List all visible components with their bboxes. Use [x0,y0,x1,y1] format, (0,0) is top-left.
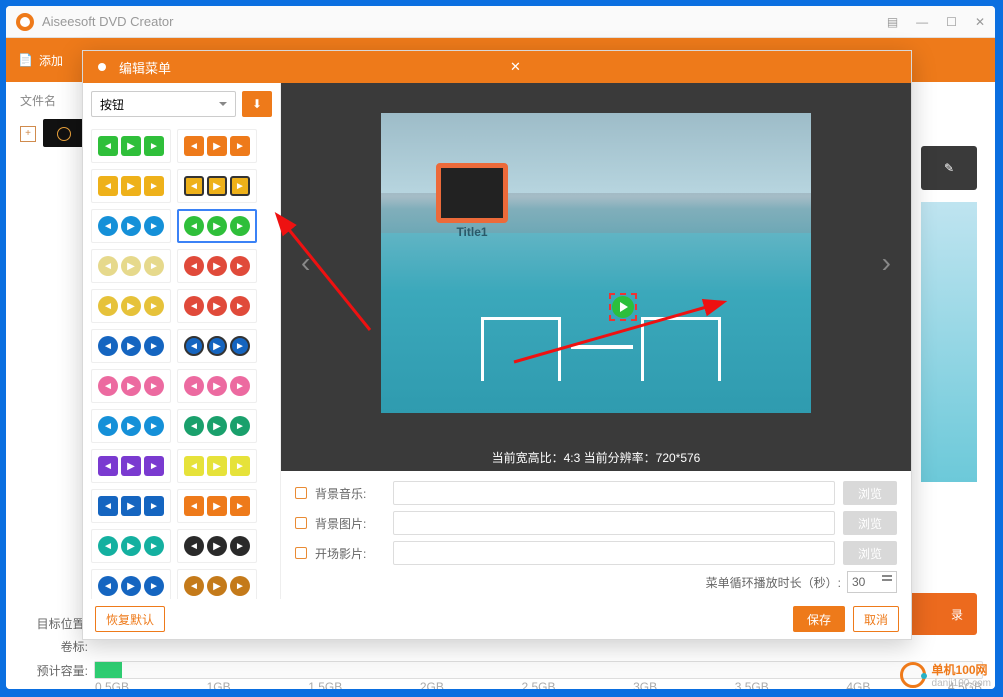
maximize-icon[interactable]: ☐ [946,15,957,29]
button-style-option[interactable]: ◄▶► [91,489,171,523]
bg-music-input[interactable] [393,481,835,505]
title-label: Title1 [436,225,508,239]
watermark-icon [900,662,926,688]
button-style-option[interactable]: ◄▶► [91,569,171,599]
restore-defaults-button[interactable]: 恢复默认 [95,606,165,632]
add-label: 添加 [39,52,63,69]
minimize-icon[interactable]: — [916,15,928,29]
dialog-icon [95,60,109,74]
button-style-option[interactable]: ◄▶► [91,209,171,243]
title-thumbnail[interactable]: Title1 [436,163,508,243]
add-icon: 📄 [18,53,33,67]
cancel-button[interactable]: 取消 [853,606,899,632]
button-style-option[interactable]: ◄▶► [91,529,171,563]
bg-image-checkbox[interactable] [295,517,307,529]
button-style-panel: 按钮 ⬇ ◄▶►◄▶►◄▶►◄▶►◄▶►◄▶►◄▶►◄▶►◄▶►◄▶►◄▶►◄▶… [83,83,281,599]
expand-icon[interactable]: + [20,126,36,142]
style-category-dropdown[interactable]: 按钮 [91,91,236,117]
dialog-title: 编辑菜单 [119,58,510,77]
save-button[interactable]: 保存 [793,606,845,632]
bg-music-checkbox[interactable] [295,487,307,499]
capacity-meter: 0.5GB1GB1.5GB2GB2.5GB3GB3.5GB4GB4.5GB [94,661,983,679]
opening-label: 开场影片: [315,545,385,562]
button-style-option[interactable]: ◄▶► [91,409,171,443]
opening-checkbox[interactable] [295,547,307,559]
button-style-option[interactable]: ◄▶► [177,209,257,243]
edit-menu-dialog: 编辑菜单 ✕ 按钮 ⬇ ◄▶►◄▶►◄▶►◄▶►◄▶►◄▶►◄▶►◄▶►◄▶►◄… [82,50,912,640]
button-style-option[interactable]: ◄▶► [91,289,171,323]
capacity-tick: 3.5GB [735,680,769,689]
dialog-close-button[interactable]: ✕ [510,59,901,75]
loop-duration-label: 菜单循环播放时长（秒）: [706,574,841,591]
side-preview [921,202,977,482]
button-style-option[interactable]: ◄▶► [91,169,171,203]
menu-preview[interactable]: Title1 [381,113,811,413]
capacity-tick: 2GB [420,680,444,689]
button-style-option[interactable]: ◄▶► [177,369,257,403]
preview-info-bar: 当前宽高比：4:3 当前分辨率：720*576 [281,443,911,471]
button-style-option[interactable]: ◄▶► [177,329,257,363]
capacity-tick: 3GB [633,680,657,689]
capacity-tick: 1.5GB [308,680,342,689]
title-bar: Aiseesoft DVD Creator ▤ — ☐ ✕ [6,6,995,38]
button-style-option[interactable]: ◄▶► [177,409,257,443]
bg-image-input[interactable] [393,511,835,535]
watermark: 单机100网 danji100.com [900,661,991,689]
button-style-option[interactable]: ◄▶► [91,329,171,363]
button-style-option[interactable]: ◄▶► [177,569,257,599]
menu-preview-stage: ‹ › Title1 [281,83,911,443]
app-icon [16,13,34,31]
close-icon[interactable]: ✕ [975,15,985,29]
capacity-tick: 1GB [207,680,231,689]
filename-header: 文件名 [20,92,88,109]
capacity-fill [95,662,122,678]
capacity-tick: 4GB [846,680,870,689]
dropdown-value: 按钮 [100,96,124,113]
bg-music-browse-button[interactable]: 浏览 [843,481,897,505]
download-styles-button[interactable]: ⬇ [242,91,272,117]
button-style-option[interactable]: ◄▶► [177,249,257,283]
button-style-option[interactable]: ◄▶► [177,129,257,163]
capacity-label: 预计容量: [18,662,88,679]
opening-browse-button[interactable]: 浏览 [843,541,897,565]
volume-label: 卷标: [18,638,88,655]
loop-value: 30 [852,575,865,589]
loop-duration-spinner[interactable]: 30 [847,571,897,593]
watermark-brand: 单机100网 [932,663,988,677]
button-style-option[interactable]: ◄▶► [91,129,171,163]
watermark-url: danji100.com [932,678,991,689]
button-style-option[interactable]: ◄▶► [91,449,171,483]
button-style-option[interactable]: ◄▶► [177,169,257,203]
app-title: Aiseesoft DVD Creator [42,14,887,29]
menu-icon[interactable]: ▤ [887,15,898,29]
prev-page-button[interactable]: ‹ [301,247,310,279]
download-icon: ⬇ [252,97,262,111]
edit-icon: ✎ [944,161,954,175]
bg-image-label: 背景图片: [315,515,385,532]
bg-music-label: 背景音乐: [315,485,385,502]
button-style-option[interactable]: ◄▶► [177,449,257,483]
button-style-option[interactable]: ◄▶► [91,249,171,283]
next-page-button[interactable]: › [882,247,891,279]
capacity-tick: 0.5GB [95,680,129,689]
edit-button[interactable]: ✎ [921,146,977,190]
button-style-option[interactable]: ◄▶► [91,369,171,403]
target-label: 目标位置: [18,615,88,632]
button-style-option[interactable]: ◄▶► [177,289,257,323]
capacity-tick: 2.5GB [521,680,555,689]
dialog-titlebar: 编辑菜单 ✕ [83,51,911,83]
button-style-option[interactable]: ◄▶► [177,489,257,523]
bg-image-browse-button[interactable]: 浏览 [843,511,897,535]
opening-input[interactable] [393,541,835,565]
video-thumbnail[interactable] [43,119,85,147]
add-media-button[interactable]: 📄 添加 [18,52,63,69]
button-style-option[interactable]: ◄▶► [177,529,257,563]
